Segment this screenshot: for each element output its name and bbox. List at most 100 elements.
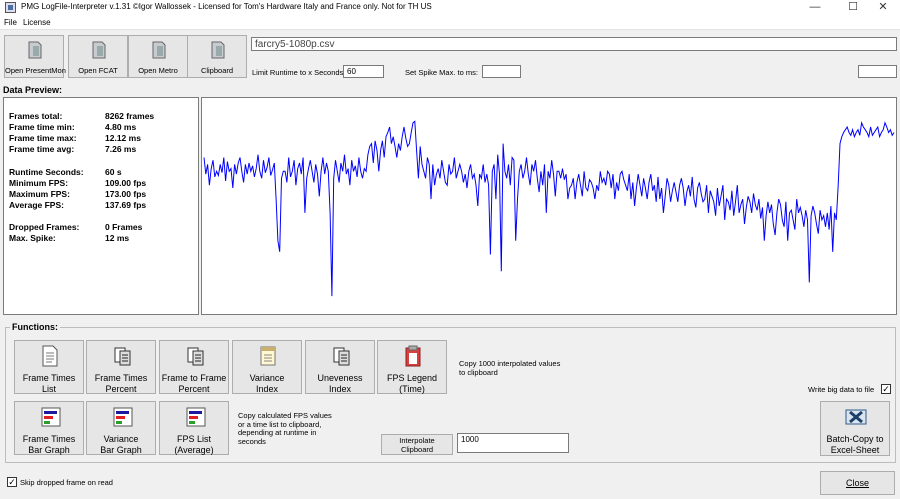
- button-line: Frame Times: [22, 434, 76, 444]
- batch-copy-excel-button[interactable]: Batch-Copy to Excel-Sheet: [820, 401, 890, 456]
- stat-ft-avg: Frame time avg: 7.26 ms: [9, 144, 136, 154]
- stat-frames-total: Frames total: 8262 frames: [9, 111, 154, 121]
- frame-times-bar-graph-button[interactable]: Frame Times Bar Graph: [14, 401, 84, 455]
- bar-graph-icon: [113, 407, 133, 427]
- button-line: Percent: [105, 384, 137, 394]
- stat-value: 109.00 fps: [105, 178, 147, 188]
- stats-panel: Frames total: 8262 frames Frame time min:…: [3, 97, 199, 315]
- stat-value: 12.12 ms: [105, 133, 141, 143]
- copy-docs-icon: [187, 347, 204, 366]
- write-big-data-checkbox[interactable]: ✓: [881, 384, 891, 394]
- open-presentmon-label: Open PresentMon: [5, 66, 66, 75]
- fps-line-chart: [203, 120, 895, 297]
- limit-runtime-input[interactable]: 60: [343, 65, 384, 78]
- frame-to-frame-percent-button[interactable]: Frame to Frame Percent: [159, 340, 229, 394]
- stat-min-fps: Minimum FPS: 109.00 fps: [9, 178, 146, 188]
- button-line: Frame to Frame: [161, 373, 227, 383]
- stat-label: Frame time avg:: [9, 144, 75, 154]
- button-line: Variance: [249, 373, 285, 383]
- close-window-button[interactable]: ✕: [866, 0, 900, 16]
- open-presentmon-button[interactable]: Open PresentMon: [4, 35, 66, 78]
- bar-graph-icon: [41, 407, 61, 427]
- note-line: Copy 1000 interpolated values: [459, 359, 561, 368]
- stat-ft-min: Frame time min: 4.80 ms: [9, 122, 136, 132]
- stat-dropped: Dropped Frames: 0 Frames: [9, 222, 142, 232]
- stat-label: Frame time min:: [9, 122, 75, 132]
- file-icon: [211, 41, 225, 59]
- stat-runtime: Runtime Seconds: 60 s: [9, 167, 122, 177]
- button-line: Percent: [178, 384, 210, 394]
- button-line: Index: [255, 384, 279, 394]
- open-metro-label: Open Metro: [138, 66, 178, 75]
- close-button[interactable]: Close: [820, 471, 895, 495]
- button-line: Bar Graph: [100, 445, 142, 455]
- fps-legend-button[interactable]: FPS Legend (Time): [377, 340, 447, 394]
- stat-label: Frames total:: [9, 111, 63, 121]
- button-line: FPS List: [176, 434, 211, 444]
- file-icon: [152, 41, 166, 59]
- open-metro-button[interactable]: Open Metro: [128, 35, 188, 78]
- fps-list-average-button[interactable]: FPS List (Average): [159, 401, 229, 455]
- clipboard-label: Clipboard: [200, 66, 234, 75]
- app-icon: [5, 2, 16, 13]
- interpolate-value-input[interactable]: 1000: [457, 433, 569, 453]
- stat-label: Frame time max:: [9, 133, 77, 143]
- interpolate-clipboard-button[interactable]: Interpolate Clipboard: [381, 434, 453, 455]
- copy-docs-icon: [333, 347, 350, 366]
- stat-value: 0 Frames: [105, 222, 143, 232]
- window-title: PMG LogFile-Interpreter v.1.31 ©Igor Wal…: [21, 2, 432, 11]
- clipboard-button[interactable]: Clipboard: [187, 35, 247, 78]
- stat-value: 4.80 ms: [105, 122, 137, 132]
- button-line: Excel-Sheet: [830, 445, 880, 455]
- clipboard-icon: [405, 345, 421, 367]
- note-line: seconds: [238, 436, 266, 446]
- write-big-data-label: Write big data to file: [808, 385, 875, 394]
- variance-bar-graph-button[interactable]: Variance Bar Graph: [86, 401, 156, 455]
- notepad-icon: [260, 346, 276, 366]
- uneveness-index-button[interactable]: Uneveness Index: [305, 340, 375, 394]
- functions-label: Functions:: [10, 322, 60, 332]
- limit-runtime-label: Limit Runtime to x Seconds:: [252, 68, 346, 77]
- stat-label: Runtime Seconds:: [9, 167, 84, 177]
- open-fcat-label: Open FCAT: [78, 66, 118, 75]
- file-icon: [28, 41, 42, 59]
- frame-times-list-button[interactable]: Frame Times List: [14, 340, 84, 394]
- spike-max-input[interactable]: [482, 65, 521, 78]
- button-line: Uneveness: [317, 373, 363, 383]
- stat-value: 60 s: [105, 167, 122, 177]
- button-line: Clipboard: [400, 445, 434, 454]
- stat-value: 12 ms: [105, 233, 130, 243]
- stat-label: Maximum FPS:: [9, 189, 70, 199]
- frame-times-percent-button[interactable]: Frame Times Percent: [86, 340, 156, 394]
- menu-file[interactable]: File: [4, 18, 17, 27]
- button-line: List: [41, 384, 56, 394]
- button-line: Bar Graph: [28, 445, 70, 455]
- button-line: Index: [328, 384, 352, 394]
- button-line: Batch-Copy to: [826, 434, 884, 444]
- button-line: FPS Legend: [386, 373, 438, 383]
- button-line: Frame Times: [94, 373, 148, 383]
- menu-license[interactable]: License: [23, 18, 51, 27]
- open-fcat-button[interactable]: Open FCAT: [68, 35, 128, 78]
- variance-index-button[interactable]: Variance Index: [232, 340, 302, 394]
- stat-ft-max: Frame time max: 12.12 ms: [9, 133, 141, 143]
- fps-graph: [201, 97, 897, 315]
- minimize-button[interactable]: —: [798, 0, 832, 16]
- fps-series-line: [203, 120, 895, 297]
- data-preview-label: Data Preview:: [3, 85, 63, 95]
- excel-icon: [845, 409, 867, 425]
- stat-label: Dropped Frames:: [9, 222, 80, 232]
- skip-dropped-checkbox[interactable]: ✓: [7, 477, 17, 487]
- document-icon: [42, 345, 58, 367]
- copy-1000-note: Copy 1000 interpolated values to clipboa…: [459, 359, 560, 377]
- filename-field[interactable]: farcry5-1080p.csv: [251, 37, 897, 51]
- skip-dropped-label: Skip dropped frame on read: [20, 478, 113, 487]
- spike-max-label: Set Spike Max. to ms:: [405, 68, 478, 77]
- stat-label: Max. Spike:: [9, 233, 56, 243]
- extra-input[interactable]: [858, 65, 897, 78]
- stat-value: 173.00 fps: [105, 189, 147, 199]
- stat-label: Minimum FPS:: [9, 178, 69, 188]
- maximize-button[interactable]: ☐: [836, 0, 870, 16]
- title-bar: PMG LogFile-Interpreter v.1.31 ©Igor Wal…: [0, 0, 900, 16]
- button-line: (Average): [174, 445, 214, 455]
